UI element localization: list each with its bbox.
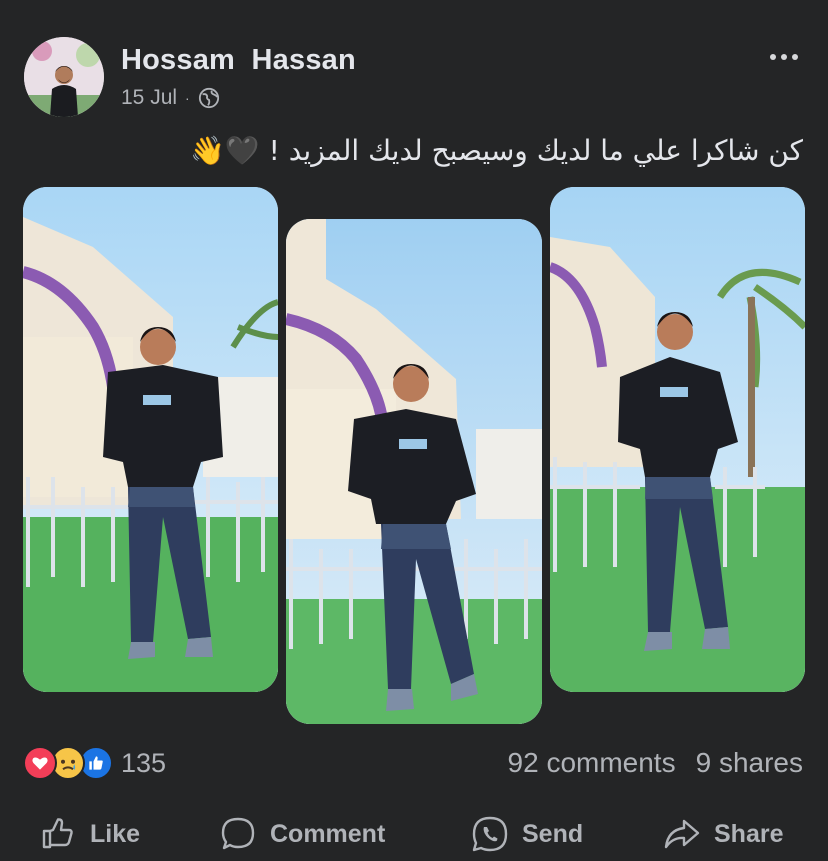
send-label: Send — [522, 819, 584, 848]
post-photo-2[interactable] — [286, 219, 542, 724]
author-avatar[interactable] — [24, 37, 104, 117]
engagement-stats: 92 comments 9 shares — [508, 747, 803, 779]
post-photo-1[interactable] — [23, 187, 278, 692]
feed-post: Hossam Hassan 15 Jul · كن شاكرا علي ما ل… — [0, 0, 828, 861]
post-meta: 15 Jul · — [121, 86, 220, 110]
comment-button[interactable]: Comment — [218, 814, 385, 854]
post-action-bar: Like Comment Send Share — [0, 806, 828, 861]
comments-count[interactable]: 92 comments — [508, 747, 676, 779]
globe-icon[interactable] — [198, 87, 220, 109]
shares-count[interactable]: 9 shares — [696, 747, 803, 779]
reactions-summary[interactable]: 135 — [23, 746, 166, 780]
share-label: Share — [714, 819, 784, 848]
more-horizontal-icon — [770, 54, 776, 60]
like-button[interactable]: Like — [38, 814, 140, 854]
meta-separator: · — [185, 90, 190, 106]
reaction-count: 135 — [121, 747, 167, 778]
whatsapp-icon — [472, 816, 508, 852]
share-arrow-icon — [664, 819, 700, 849]
send-button[interactable]: Send — [470, 814, 583, 854]
share-button[interactable]: Share — [662, 814, 783, 854]
comment-bubble-icon — [221, 817, 255, 850]
post-caption: كن شاكرا علي ما لديك وسيصبح لديك المزيد … — [189, 134, 803, 167]
love-icon — [23, 746, 57, 780]
like-label: Like — [90, 819, 141, 848]
author-name[interactable]: Hossam Hassan — [121, 44, 356, 77]
more-options-button[interactable] — [762, 40, 806, 74]
post-photo-3[interactable] — [550, 187, 805, 692]
comment-label: Comment — [270, 819, 386, 848]
thumbs-up-icon — [42, 818, 73, 849]
post-date[interactable]: 15 Jul — [121, 86, 177, 110]
